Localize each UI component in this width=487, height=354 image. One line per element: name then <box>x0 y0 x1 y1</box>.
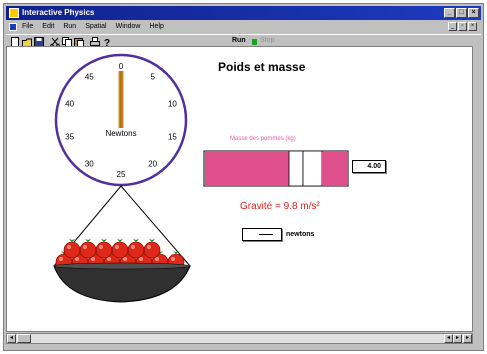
dial-tick-5: 5 <box>150 72 155 81</box>
weight-output-dash <box>259 234 273 235</box>
dial-tick-30: 30 <box>85 160 94 169</box>
scroll-right-button[interactable]: ▸ <box>463 334 472 343</box>
scale-bowl <box>53 263 191 303</box>
apple <box>79 239 97 259</box>
frame-forward-button[interactable]: ▸ <box>453 334 462 343</box>
dial-center-label: Newtons <box>105 129 136 138</box>
frame-back-button[interactable]: ◂ <box>444 334 453 343</box>
dial-tick-45: 45 <box>85 72 94 81</box>
apple <box>111 239 129 259</box>
dial-tick-40: 40 <box>65 99 74 108</box>
apple <box>63 239 81 259</box>
dial-tick-10: 10 <box>168 99 177 108</box>
weight-unit-label: newtons <box>286 231 315 238</box>
apple <box>95 239 113 259</box>
gravity-label: Gravité = 9.8 m/s² <box>240 201 320 212</box>
mass-slider-max-zone <box>322 152 347 185</box>
dial-tick-35: 35 <box>65 133 74 142</box>
weight-output-field[interactable] <box>242 228 282 241</box>
mass-slider-fill <box>205 152 289 185</box>
scroll-left-button[interactable]: ◂ <box>7 334 16 343</box>
apple <box>127 239 145 259</box>
dial-tick-15: 15 <box>168 133 177 142</box>
dial-tick-0: 0 <box>119 62 124 71</box>
dial-tick-25: 25 <box>117 170 126 179</box>
mass-slider-thumb[interactable] <box>288 150 304 187</box>
apple <box>143 239 161 259</box>
mass-value-field[interactable]: 4.00 <box>352 160 386 173</box>
horizontal-scrollbar[interactable]: ◂ ◂ ▸ ▸ <box>6 333 473 344</box>
scene-heading: Poids et masse <box>218 60 306 74</box>
scene-graphics: 0 5 10 15 20 25 30 35 40 45 Newtons <box>53 53 349 303</box>
mass-slider-caption: Masse des pommes (kg) <box>230 136 296 142</box>
dial-tick-20: 20 <box>148 160 157 169</box>
frame-controls: ◂ ▸ <box>444 334 462 343</box>
scroll-thumb[interactable] <box>17 334 31 343</box>
